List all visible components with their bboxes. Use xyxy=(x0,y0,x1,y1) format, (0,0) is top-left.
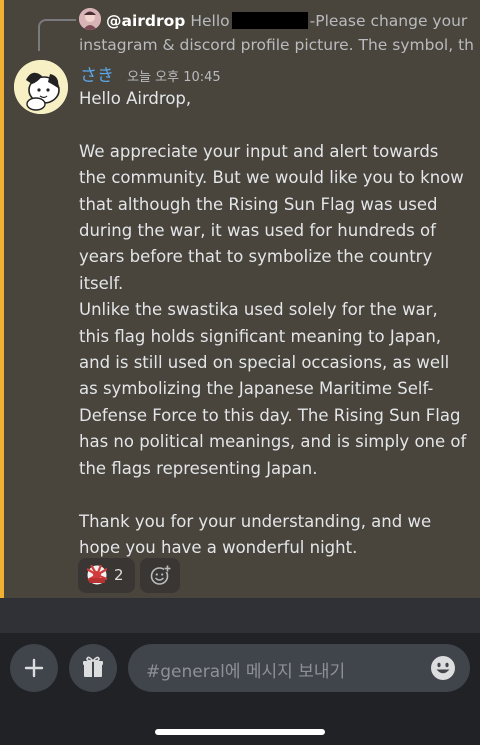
message-body: Hello Airdrop, We appreciate your input … xyxy=(79,89,467,557)
reply-avatar[interactable] xyxy=(79,8,101,30)
plus-icon xyxy=(24,658,44,678)
gift-icon xyxy=(81,655,105,679)
message-header: さき 오늘 오후 10:45 xyxy=(80,61,221,87)
emoji-icon[interactable] xyxy=(430,655,456,681)
message-input-placeholder: #general에 메시지 보내기 xyxy=(146,662,346,682)
gift-button[interactable] xyxy=(69,644,117,692)
message-timestamp: 오늘 오후 10:45 xyxy=(127,70,221,85)
attach-button[interactable] xyxy=(10,644,58,692)
author-avatar[interactable] xyxy=(14,60,68,114)
reply-preview[interactable]: @airdrop Hello -Please change your xyxy=(106,9,476,33)
message-input[interactable]: #general에 메시지 보내기 xyxy=(128,644,470,692)
author-name[interactable]: さき xyxy=(80,66,114,86)
reaction-rising-sun[interactable]: 2 xyxy=(78,558,135,593)
reply-text-start: Hello xyxy=(190,12,230,30)
reaction-count: 2 xyxy=(114,566,124,584)
home-indicator[interactable] xyxy=(155,729,325,735)
reply-preview-line2[interactable]: instagram & discord profile picture. The… xyxy=(79,33,474,57)
add-reaction-button[interactable] xyxy=(140,558,180,593)
reply-connector xyxy=(38,19,76,51)
redaction-bar xyxy=(231,12,308,29)
add-reaction-icon xyxy=(150,565,171,586)
reply-text-end: -Please change your xyxy=(309,12,468,30)
rising-sun-flag-emoji xyxy=(86,564,108,585)
chat-divider xyxy=(0,598,480,633)
reply-mention[interactable]: @airdrop xyxy=(106,12,185,30)
